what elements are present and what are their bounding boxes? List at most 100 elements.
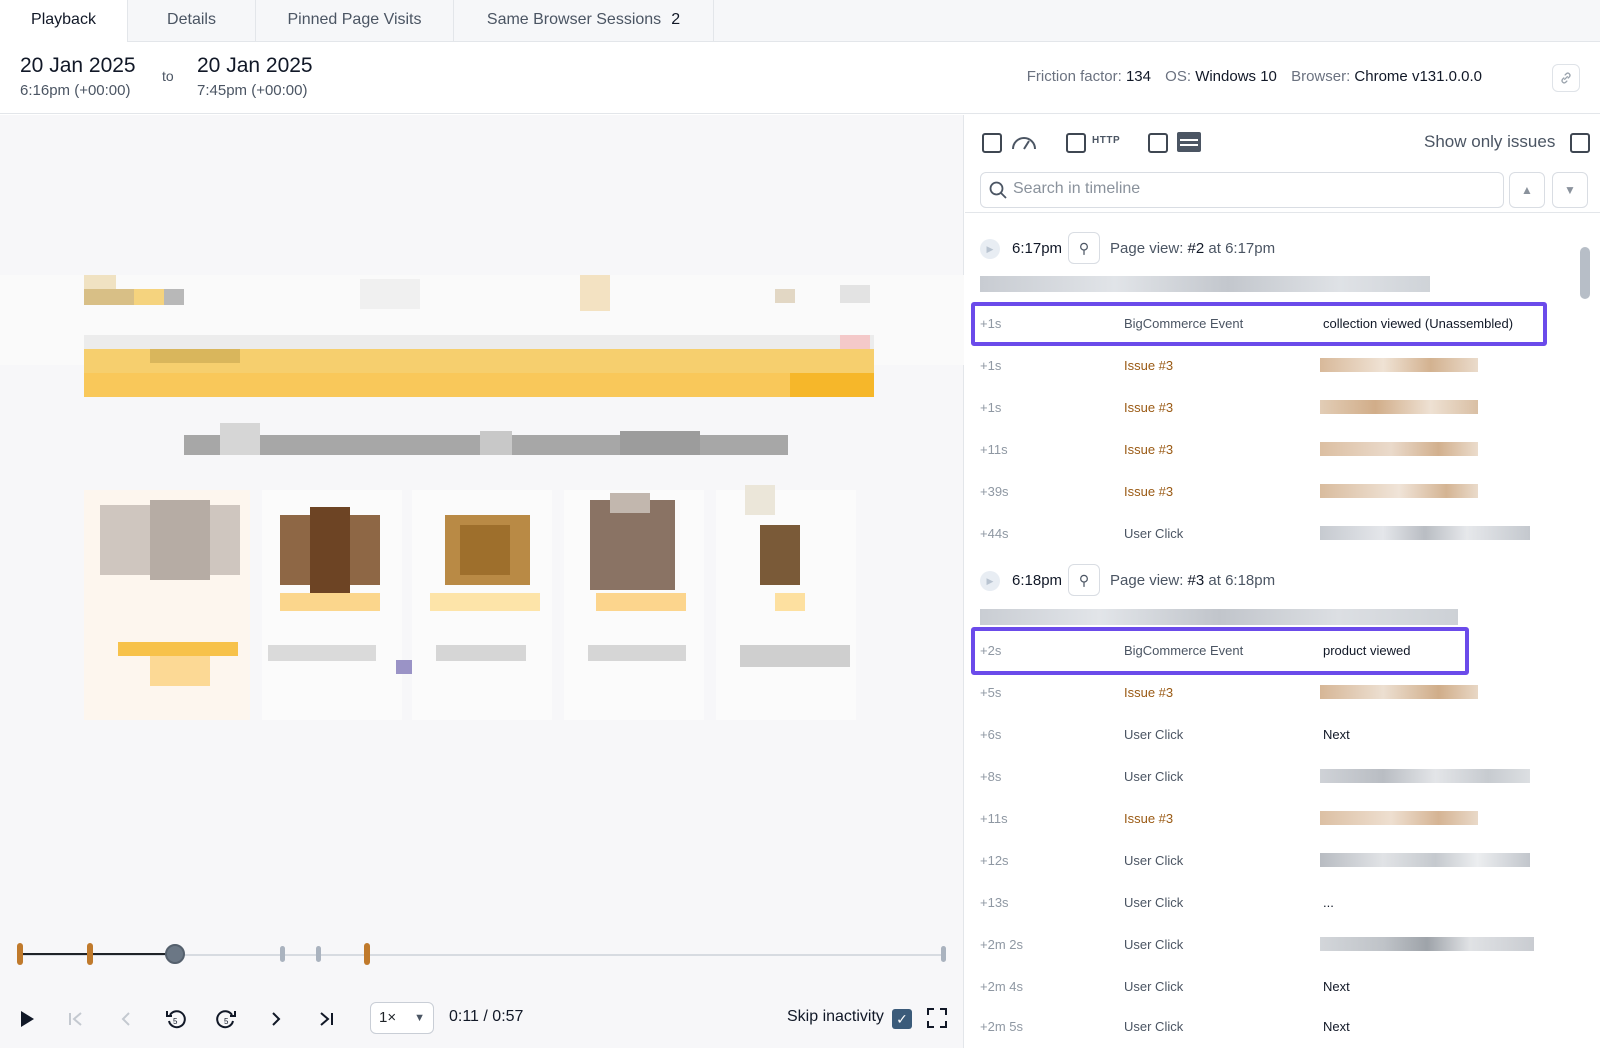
event-offset: +13s xyxy=(980,895,1009,910)
divider xyxy=(965,212,1600,213)
event-type: BigCommerce Event xyxy=(1124,316,1244,331)
timeline-row[interactable]: +11s Issue #3 xyxy=(980,429,1540,471)
redacted-value xyxy=(1320,853,1530,867)
issue-marker[interactable] xyxy=(364,943,370,965)
friction-value: 134 xyxy=(1125,68,1151,85)
svg-text:5: 5 xyxy=(224,1017,229,1026)
os-value: Windows 10 xyxy=(1195,68,1277,85)
issue-link[interactable]: Issue #3 xyxy=(1124,811,1173,826)
issue-link[interactable]: Issue #3 xyxy=(1124,400,1173,415)
skip-inactivity-label: Skip inactivity xyxy=(787,1008,884,1025)
event-offset: +2m 2s xyxy=(980,937,1023,952)
filter-console-checkbox[interactable] xyxy=(1148,133,1168,153)
timeline-row[interactable]: +2m 4s User Click Next xyxy=(980,966,1540,1008)
skip-end-icon xyxy=(320,1012,333,1026)
play-page-view-button[interactable]: ▶ xyxy=(980,239,1000,259)
timeline-row[interactable]: +11s Issue #3 xyxy=(980,798,1540,840)
timeline-row[interactable]: +5s Issue #3 xyxy=(980,672,1540,714)
show-only-issues-checkbox[interactable] xyxy=(1570,133,1590,153)
timeline-row[interactable]: +12s User Click xyxy=(980,840,1540,882)
timeline-row[interactable]: +1s Issue #3 xyxy=(980,345,1540,387)
event-type: User Click xyxy=(1124,1019,1184,1034)
event-type: User Click xyxy=(1124,937,1184,952)
console-icon xyxy=(1177,132,1201,152)
chevron-down-icon: ▼ xyxy=(1564,183,1576,197)
end-date: 20 Jan 2025 xyxy=(197,54,313,77)
event-offset: +2m 5s xyxy=(980,1019,1023,1034)
event-offset: +11s xyxy=(980,811,1008,826)
skip-to-start-button[interactable] xyxy=(63,1006,89,1032)
playback-speed-select[interactable]: 1× ▼ xyxy=(370,1002,434,1034)
issue-marker[interactable] xyxy=(17,943,23,965)
next-match-button[interactable]: ▼ xyxy=(1552,172,1588,208)
event-value: collection viewed (Unassembled) xyxy=(1323,316,1514,331)
page-view-label: Page view: xyxy=(1110,240,1184,257)
playback-time: 0:11 / 0:57 xyxy=(449,1008,524,1025)
rewind-icon: 5 xyxy=(166,1010,186,1029)
timeline-row[interactable]: +44s User Click xyxy=(980,513,1540,555)
playhead-knob[interactable] xyxy=(165,944,185,964)
issue-link[interactable]: Issue #3 xyxy=(1124,685,1173,700)
pin-page-button[interactable]: ⚲ xyxy=(1068,564,1100,596)
fullscreen-icon xyxy=(927,1008,947,1028)
tab-same-browser-sessions[interactable]: Same Browser Sessions 2 xyxy=(454,0,714,42)
next-event-button[interactable] xyxy=(263,1006,289,1032)
redacted-value xyxy=(1320,442,1478,456)
pin-page-button[interactable]: ⚲ xyxy=(1068,232,1100,264)
skip-inactivity-checkbox[interactable]: ✓ xyxy=(892,1009,912,1029)
play-page-view-button[interactable]: ▶ xyxy=(980,571,1000,591)
event-offset: +44s xyxy=(980,526,1009,541)
play-button[interactable] xyxy=(14,1006,40,1032)
redacted-value xyxy=(1320,685,1478,699)
previous-event-button[interactable] xyxy=(113,1006,139,1032)
issue-link[interactable]: Issue #3 xyxy=(1124,442,1173,457)
timeline-row[interactable]: +2m 2s User Click xyxy=(980,924,1540,966)
copy-link-button[interactable] xyxy=(1552,64,1580,92)
tab-pinned-page-visits[interactable]: Pinned Page Visits xyxy=(256,0,454,42)
issue-link[interactable]: Issue #3 xyxy=(1124,484,1173,499)
event-offset: +1s xyxy=(980,400,1002,415)
timeline-row[interactable]: +8s User Click xyxy=(980,756,1540,798)
timeline-row[interactable]: +1s BigCommerce Event collection viewed … xyxy=(980,303,1540,345)
event-offset: +1s xyxy=(980,316,1002,331)
tab-details[interactable]: Details xyxy=(128,0,256,42)
tab-bar: Playback Details Pinned Page Visits Same… xyxy=(0,0,1600,43)
skip-to-end-button[interactable] xyxy=(313,1006,339,1032)
rewind-5s-button[interactable]: 5 xyxy=(163,1006,189,1032)
play-icon xyxy=(21,1011,34,1027)
page-view-at: at 6:18pm xyxy=(1208,572,1276,589)
timeline-row[interactable]: +2m 5s User Click Next xyxy=(980,1006,1540,1048)
previous-match-button[interactable]: ▲ xyxy=(1509,172,1545,208)
timeline-row[interactable]: +1s Issue #3 xyxy=(980,387,1540,429)
filter-http-checkbox[interactable] xyxy=(1066,133,1086,153)
chevron-up-icon: ▲ xyxy=(1521,183,1533,197)
tab-playback[interactable]: Playback xyxy=(0,0,128,43)
event-offset: +2s xyxy=(980,643,1002,658)
issue-marker[interactable] xyxy=(87,943,93,965)
page-url[interactable] xyxy=(980,276,1430,292)
timeline-row[interactable]: +39s Issue #3 xyxy=(980,471,1540,513)
page-url[interactable] xyxy=(980,609,1458,625)
session-replay-screen[interactable] xyxy=(0,275,964,880)
session-count-badge: 2 xyxy=(671,11,681,28)
end-marker[interactable] xyxy=(941,946,946,962)
to-label: to xyxy=(162,68,174,84)
timeline-row[interactable]: +2s BigCommerce Event product viewed xyxy=(980,630,1540,672)
event-offset: +1s xyxy=(980,358,1002,373)
event-marker[interactable] xyxy=(280,946,285,962)
chevron-left-icon xyxy=(121,1012,130,1026)
search-input[interactable] xyxy=(1013,180,1483,198)
timeline-scrollbar[interactable] xyxy=(1580,247,1590,299)
forward-5s-button[interactable]: 5 xyxy=(213,1006,239,1032)
issue-link[interactable]: Issue #3 xyxy=(1124,358,1173,373)
redacted-value xyxy=(1320,484,1478,498)
page-view-header: ▶ 6:18pm ⚲ Page view: #3 at 6:18pm xyxy=(980,564,1540,598)
page-view-number: #3 xyxy=(1187,572,1205,589)
filter-performance-checkbox[interactable] xyxy=(982,133,1002,153)
event-marker[interactable] xyxy=(316,946,321,962)
fullscreen-button[interactable] xyxy=(926,1007,948,1029)
event-offset: +12s xyxy=(980,853,1009,868)
tab-same-browser-label: Same Browser Sessions xyxy=(486,11,662,28)
timeline-row[interactable]: +6s User Click Next xyxy=(980,714,1540,756)
timeline-row[interactable]: +13s User Click ... xyxy=(980,882,1540,924)
